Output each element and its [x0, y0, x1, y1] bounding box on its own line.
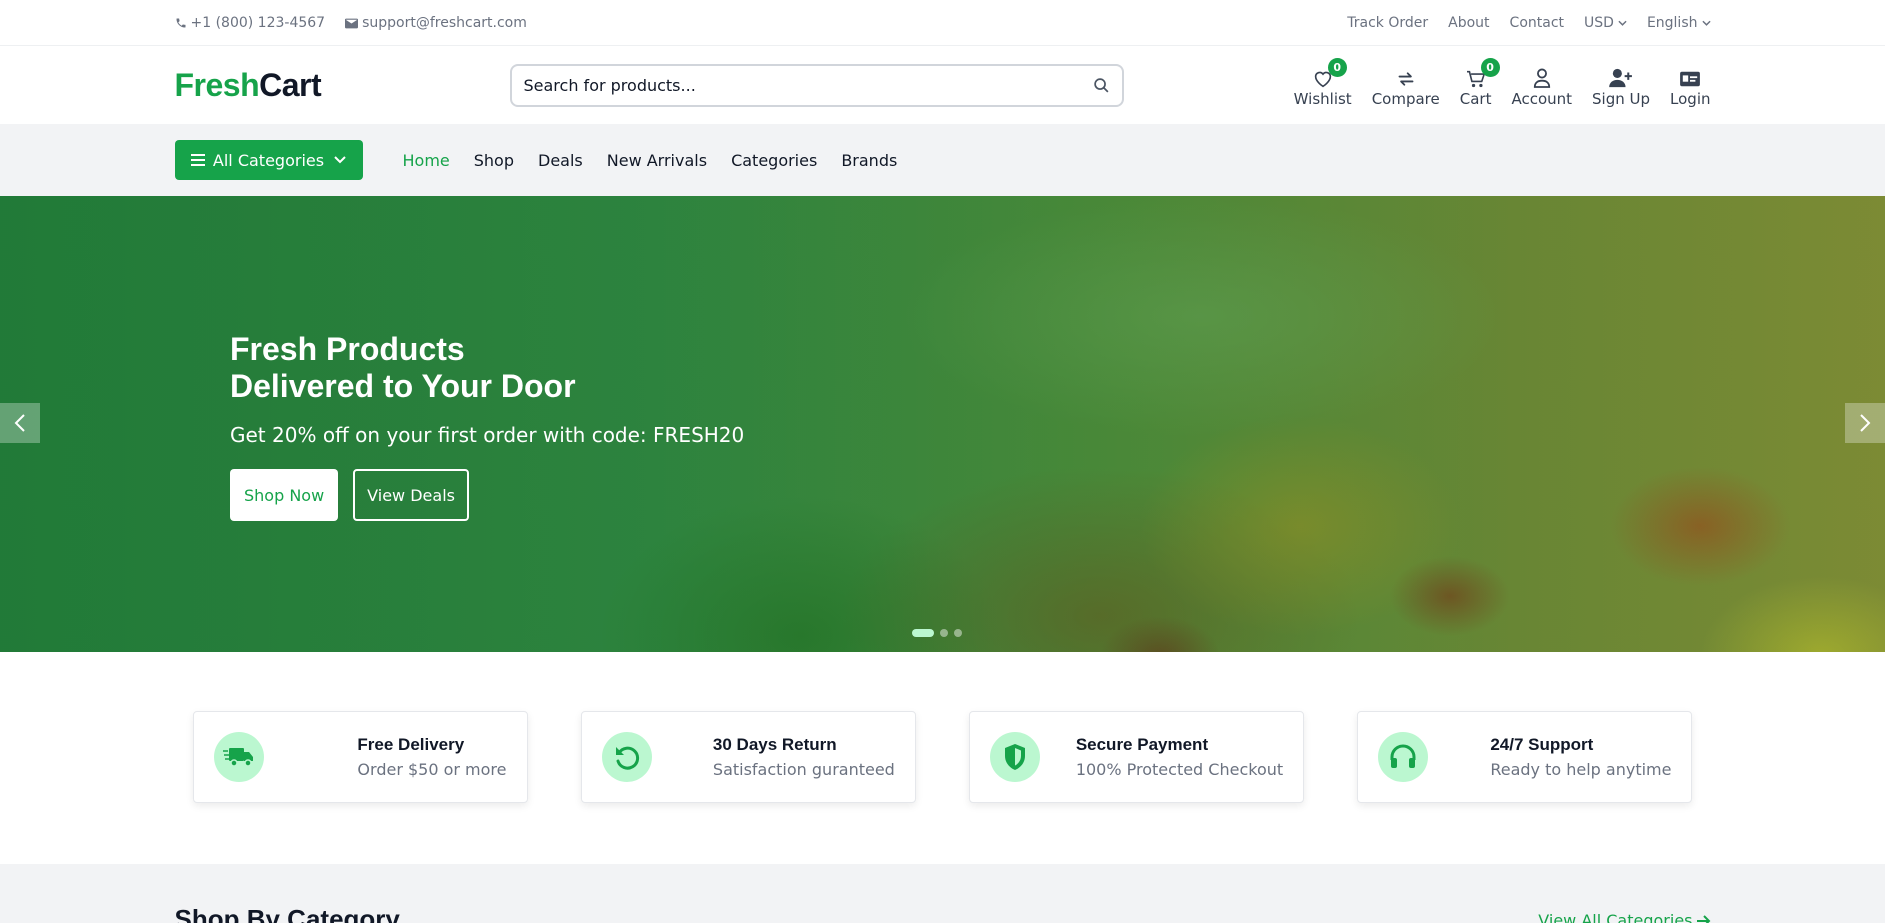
- search-icon[interactable]: [1093, 77, 1110, 94]
- nav-link-home[interactable]: Home: [403, 151, 450, 170]
- cart-button[interactable]: 0 Cart: [1459, 58, 1500, 108]
- nav-link-deals[interactable]: Deals: [538, 151, 583, 170]
- shop-by-category-section: Shop By Category View All Categories: [0, 864, 1885, 923]
- wishlist-count-badge: 0: [1327, 58, 1347, 77]
- chevron-down-icon: [1618, 20, 1627, 26]
- slider-dots: [912, 629, 968, 637]
- phone-icon: [176, 18, 185, 28]
- signup-label: Sign Up: [1592, 90, 1651, 108]
- hero-subtitle: Get 20% off on your first order with cod…: [230, 423, 745, 447]
- currency-select[interactable]: USD: [1584, 15, 1627, 31]
- nav-link-brands[interactable]: Brands: [841, 151, 897, 170]
- wishlist-label: Wishlist: [1293, 90, 1352, 108]
- wishlist-button[interactable]: 0 Wishlist: [1293, 58, 1352, 108]
- nav-bar: All Categories Home Shop Deals New Arriv…: [0, 124, 1885, 196]
- cart-label: Cart: [1459, 90, 1492, 108]
- slider-dot-2[interactable]: [940, 629, 948, 637]
- track-order-link[interactable]: Track Order: [1347, 15, 1428, 31]
- signup-button[interactable]: Sign Up: [1592, 62, 1650, 108]
- currency-value: USD: [1584, 15, 1614, 31]
- feature-subtitle: Ready to help anytime: [1490, 760, 1672, 779]
- phone-number: +1 (800) 123-4567: [190, 15, 326, 31]
- feature-title: Secure Payment: [1075, 735, 1209, 754]
- section-title: Shop By Category: [174, 904, 400, 923]
- hero-banner: Fresh Products Delivered to Your Door Ge…: [0, 196, 1885, 652]
- logo-cart: Cart: [259, 66, 322, 103]
- id-card-icon: [1680, 71, 1701, 87]
- nav-link-categories[interactable]: Categories: [731, 151, 817, 170]
- view-all-label: View All Categories: [1538, 911, 1693, 923]
- feature-subtitle: Order $50 or more: [357, 760, 507, 779]
- about-link[interactable]: About: [1448, 15, 1489, 31]
- slider-next-button[interactable]: [1845, 403, 1885, 443]
- shield-icon: [1005, 744, 1026, 770]
- hamburger-icon: [190, 154, 205, 166]
- top-bar: +1 (800) 123-4567 support@freshcart.com …: [0, 0, 1885, 46]
- language-value: English: [1646, 15, 1698, 31]
- shop-now-button[interactable]: Shop Now: [230, 469, 339, 521]
- contact-link[interactable]: Contact: [1510, 15, 1564, 31]
- chevron-down-icon: [334, 156, 346, 164]
- return-icon: [615, 746, 639, 770]
- features-section: Free Delivery Order $50 or more 30 Days …: [0, 652, 1885, 864]
- nav-link-shop[interactable]: Shop: [474, 151, 514, 170]
- search-bar: [509, 63, 1124, 107]
- hero-title-line1: Fresh Products: [230, 331, 465, 367]
- nav-link-new-arrivals[interactable]: New Arrivals: [607, 151, 707, 170]
- truck-icon: [222, 748, 253, 767]
- search-input[interactable]: [523, 75, 1093, 95]
- user-plus-icon: [1609, 68, 1632, 88]
- compare-button[interactable]: Compare: [1372, 62, 1440, 108]
- login-label: Login: [1670, 90, 1711, 108]
- phone-contact[interactable]: +1 (800) 123-4567: [175, 15, 326, 31]
- hero-title-line2: Delivered to Your Door: [230, 368, 576, 404]
- logo-fresh: Fresh: [174, 66, 260, 103]
- feature-card: Secure Payment 100% Protected Checkout: [969, 711, 1305, 803]
- feature-card: 30 Days Return Satisfaction guranteed: [580, 711, 916, 803]
- feature-title: Free Delivery: [357, 735, 465, 754]
- logo[interactable]: FreshCart: [175, 67, 510, 104]
- feature-card: Free Delivery Order $50 or more: [192, 711, 528, 803]
- hero-title: Fresh Products Delivered to Your Door: [230, 331, 744, 405]
- email-address: support@freshcart.com: [362, 15, 527, 31]
- login-button[interactable]: Login: [1670, 62, 1711, 108]
- arrow-right-icon: [1696, 914, 1710, 923]
- view-deals-button[interactable]: View Deals: [353, 469, 469, 521]
- slider-prev-button[interactable]: [0, 403, 40, 443]
- headset-icon: [1390, 744, 1416, 768]
- feature-subtitle: Satisfaction guranteed: [712, 760, 895, 779]
- compare-arrows-icon: [1398, 72, 1414, 86]
- feature-subtitle: 100% Protected Checkout: [1075, 760, 1284, 779]
- main-header: FreshCart 0 Wishlist Compare: [0, 46, 1885, 124]
- account-label: Account: [1511, 90, 1573, 108]
- view-all-categories-link[interactable]: View All Categories: [1538, 904, 1710, 923]
- envelope-icon: [345, 18, 359, 28]
- feature-card: 24/7 Support Ready to help anytime: [1357, 711, 1693, 803]
- email-contact[interactable]: support@freshcart.com: [345, 15, 527, 31]
- cart-count-badge: 0: [1480, 58, 1500, 77]
- user-icon: [1533, 68, 1550, 88]
- language-select[interactable]: English: [1647, 15, 1711, 31]
- feature-title: 30 Days Return: [712, 735, 837, 754]
- chevron-right-icon: [1860, 414, 1871, 432]
- chevron-left-icon: [14, 414, 25, 432]
- chevron-down-icon: [1701, 20, 1711, 26]
- slider-dot-3[interactable]: [954, 629, 962, 637]
- account-button[interactable]: Account: [1511, 62, 1572, 108]
- slider-dot-1[interactable]: [912, 629, 934, 637]
- all-categories-label: All Categories: [212, 150, 325, 170]
- feature-title: 24/7 Support: [1490, 735, 1594, 754]
- compare-label: Compare: [1371, 90, 1440, 108]
- all-categories-button[interactable]: All Categories: [174, 140, 363, 180]
